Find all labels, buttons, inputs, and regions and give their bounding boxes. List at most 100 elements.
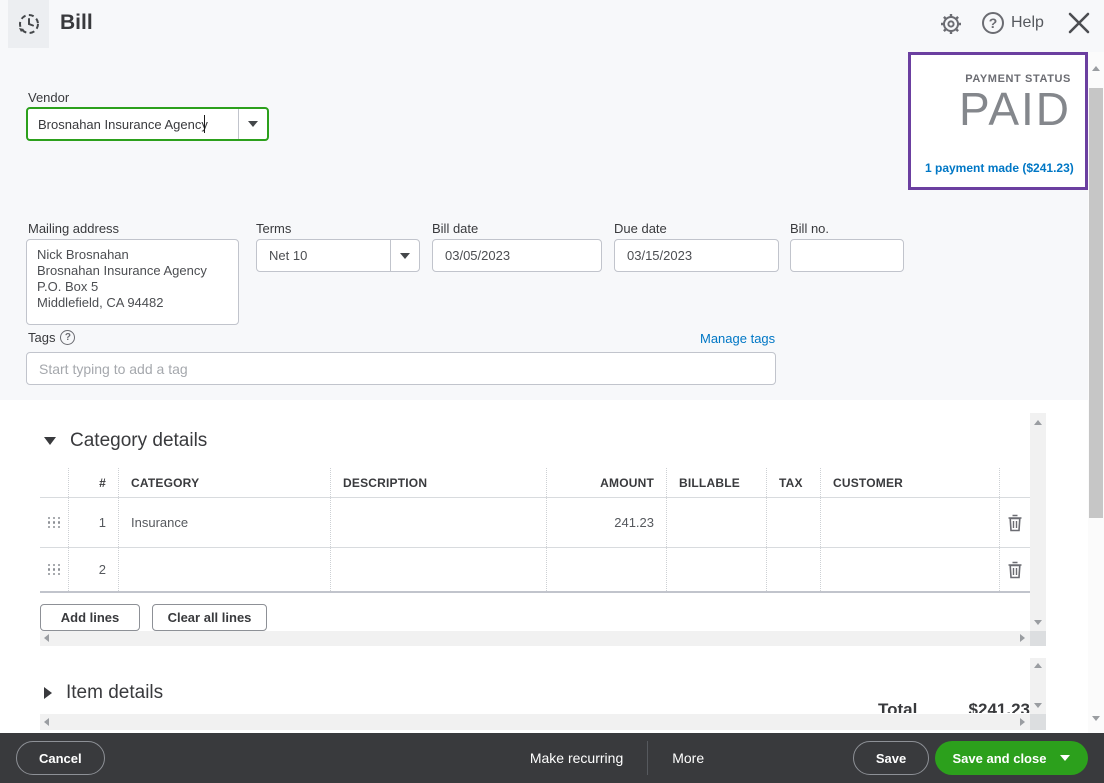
billable-cell[interactable] bbox=[666, 498, 766, 547]
scroll-left-icon[interactable] bbox=[44, 718, 49, 726]
tags-help-icon[interactable]: ? bbox=[60, 330, 75, 345]
triangle-down-icon bbox=[44, 437, 56, 445]
payment-status-value: PAID bbox=[925, 85, 1071, 133]
page-scrollbar-thumb[interactable] bbox=[1089, 88, 1103, 518]
terms-dropdown-button[interactable] bbox=[391, 240, 419, 271]
customer-cell[interactable] bbox=[820, 498, 1000, 547]
mailing-address-label: Mailing address bbox=[28, 221, 119, 236]
col-tax: TAX bbox=[766, 468, 820, 497]
payment-status-box: PAYMENT STATUS PAID 1 payment made ($241… bbox=[908, 52, 1088, 190]
drag-handle[interactable] bbox=[40, 548, 68, 591]
bill-no-input[interactable] bbox=[790, 239, 904, 272]
total-row: Total $241.23 bbox=[878, 700, 1030, 713]
text-cursor bbox=[204, 115, 205, 133]
clear-all-lines-button[interactable]: Clear all lines bbox=[152, 604, 267, 631]
item-details-title: Item details bbox=[66, 682, 163, 704]
close-icon[interactable] bbox=[1066, 10, 1092, 36]
table-row: 2 bbox=[40, 548, 1030, 593]
total-label: Total bbox=[878, 700, 917, 713]
terms-value: Net 10 bbox=[257, 248, 390, 263]
category-cell[interactable]: Insurance bbox=[118, 498, 330, 547]
item-details-toggle[interactable]: Item details bbox=[44, 682, 163, 704]
drag-handle-icon bbox=[48, 564, 61, 576]
scroll-up-icon[interactable] bbox=[1034, 663, 1042, 668]
vendor-combobox[interactable] bbox=[26, 107, 269, 141]
bill-modal: Bill ? Help PAYMENT STATUS PAID 1 paymen… bbox=[0, 0, 1104, 783]
footer-divider bbox=[647, 741, 648, 775]
vendor-input[interactable] bbox=[28, 109, 238, 139]
scroll-right-icon[interactable] bbox=[1020, 634, 1025, 642]
terms-label: Terms bbox=[256, 221, 291, 236]
save-and-close-label: Save and close bbox=[953, 751, 1047, 766]
category-table: # CATEGORY DESCRIPTION AMOUNT BILLABLE T… bbox=[40, 468, 1030, 593]
category-details-title: Category details bbox=[70, 430, 207, 452]
due-date-input[interactable] bbox=[614, 239, 779, 272]
row-number: 1 bbox=[68, 498, 118, 547]
make-recurring-button[interactable]: Make recurring bbox=[530, 750, 623, 766]
more-button[interactable]: More bbox=[672, 750, 704, 766]
scroll-right-icon[interactable] bbox=[1020, 718, 1025, 726]
due-date-label: Due date bbox=[614, 221, 667, 236]
col-customer: CUSTOMER bbox=[820, 468, 1000, 497]
footer-bar: Cancel Make recurring More Save Save and… bbox=[0, 733, 1104, 783]
billable-cell[interactable] bbox=[666, 548, 766, 591]
item-horizontal-scrollbar[interactable] bbox=[40, 714, 1030, 730]
scroll-left-icon[interactable] bbox=[44, 634, 49, 642]
chevron-down-icon bbox=[1060, 755, 1070, 761]
scroll-up-icon[interactable] bbox=[1034, 420, 1042, 425]
gear-icon[interactable] bbox=[939, 12, 963, 36]
scroll-down-icon[interactable] bbox=[1034, 620, 1042, 625]
col-billable: BILLABLE bbox=[666, 468, 766, 497]
help-icon: ? bbox=[982, 12, 1004, 34]
table-row: 1 Insurance 241.23 bbox=[40, 498, 1030, 548]
vendor-dropdown-button[interactable] bbox=[239, 109, 267, 139]
delete-row-button[interactable] bbox=[1000, 548, 1030, 591]
category-cell[interactable] bbox=[118, 548, 330, 591]
help-button[interactable]: ? Help bbox=[982, 12, 1044, 34]
scrollbar-corner bbox=[1030, 631, 1046, 646]
history-icon bbox=[16, 11, 42, 37]
scroll-up-icon[interactable] bbox=[1092, 66, 1100, 71]
delete-row-button[interactable] bbox=[1000, 498, 1030, 547]
amount-cell[interactable]: 241.23 bbox=[546, 498, 666, 547]
cancel-button[interactable]: Cancel bbox=[16, 741, 105, 775]
description-cell[interactable] bbox=[330, 548, 546, 591]
payment-made-link[interactable]: 1 payment made ($241.23) bbox=[925, 161, 1074, 175]
scroll-down-icon[interactable] bbox=[1034, 703, 1042, 708]
save-button[interactable]: Save bbox=[853, 741, 929, 775]
history-iconbox[interactable] bbox=[8, 0, 49, 48]
customer-cell[interactable] bbox=[820, 548, 1000, 591]
mailing-address-field[interactable]: Nick Brosnahan Brosnahan Insurance Agenc… bbox=[26, 239, 239, 325]
table-header-row: # CATEGORY DESCRIPTION AMOUNT BILLABLE T… bbox=[40, 468, 1030, 498]
col-number: # bbox=[68, 468, 118, 497]
trash-icon bbox=[1007, 514, 1023, 532]
tags-label: Tags bbox=[28, 330, 55, 345]
tags-input[interactable] bbox=[26, 352, 776, 385]
manage-tags-link[interactable]: Manage tags bbox=[700, 331, 775, 346]
amount-cell[interactable] bbox=[546, 548, 666, 591]
scrollbar-corner bbox=[1030, 714, 1046, 730]
page-title: Bill bbox=[60, 11, 93, 35]
category-horizontal-scrollbar[interactable] bbox=[40, 631, 1030, 646]
col-category: CATEGORY bbox=[118, 468, 330, 497]
save-and-close-button[interactable]: Save and close bbox=[935, 741, 1088, 775]
description-cell[interactable] bbox=[330, 498, 546, 547]
drag-handle[interactable] bbox=[40, 498, 68, 547]
category-vertical-scrollbar[interactable] bbox=[1030, 413, 1046, 631]
col-description: DESCRIPTION bbox=[330, 468, 546, 497]
bill-date-label: Bill date bbox=[432, 221, 478, 236]
terms-combobox[interactable]: Net 10 bbox=[256, 239, 420, 272]
trash-icon bbox=[1007, 561, 1023, 579]
scroll-down-icon[interactable] bbox=[1092, 716, 1100, 721]
row-number: 2 bbox=[68, 548, 118, 591]
add-lines-button[interactable]: Add lines bbox=[40, 604, 140, 631]
category-details-toggle[interactable]: Category details bbox=[44, 430, 207, 452]
bill-date-input[interactable] bbox=[432, 239, 602, 272]
drag-handle-icon bbox=[48, 517, 61, 529]
tax-cell[interactable] bbox=[766, 548, 820, 591]
chevron-down-icon bbox=[400, 253, 410, 259]
triangle-right-icon bbox=[44, 687, 52, 699]
bill-no-label: Bill no. bbox=[790, 221, 829, 236]
tax-cell[interactable] bbox=[766, 498, 820, 547]
col-amount: AMOUNT bbox=[546, 468, 666, 497]
